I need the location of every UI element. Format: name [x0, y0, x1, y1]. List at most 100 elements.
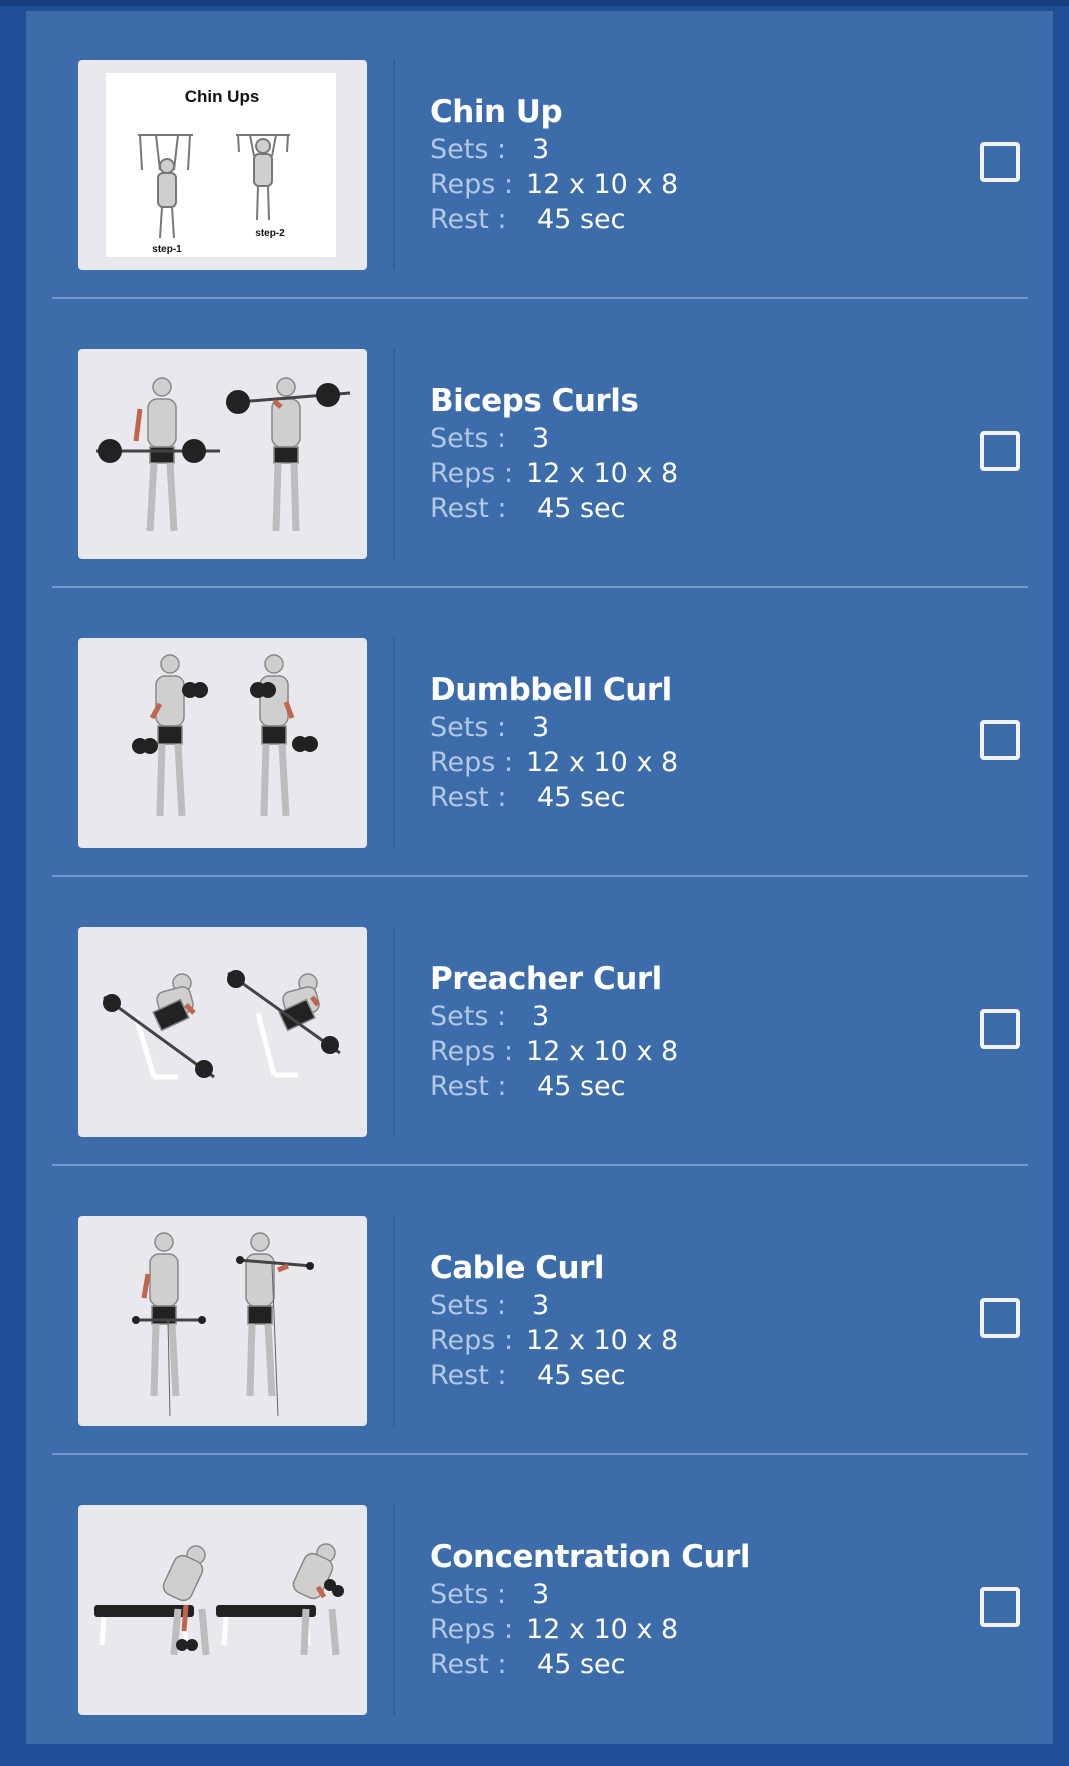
rest-label: Rest :: [430, 493, 507, 524]
row-divider: [52, 297, 1028, 299]
exercise-row-dumbbell-curl[interactable]: Dumbbell Curl Sets :3 Reps :12 x 10 x 8 …: [52, 600, 1028, 889]
reps-value: 12 x 10 x 8: [526, 1614, 679, 1645]
sets-value: 3: [532, 1001, 550, 1032]
reps-line: Reps : 12 x 10 x 8: [430, 456, 910, 491]
step-2-label: step-2: [255, 228, 285, 239]
exercise-image-cable-curl: [78, 1216, 367, 1426]
exercise-info: Cable Curl Sets : 3 Reps : 12 x 10 x 8 Res…: [430, 1248, 910, 1393]
sets-line: Sets : 3: [430, 710, 910, 745]
reps-value: 12 x 10 x 8: [526, 747, 679, 778]
sets-value: 3: [532, 134, 550, 165]
sets-label: Sets :: [430, 1001, 507, 1032]
rest-label: Rest :: [430, 1649, 507, 1680]
row-separator: [393, 927, 395, 1137]
exercise-info: Concentration Curl Sets : 3 Reps : 12 x 10…: [430, 1537, 910, 1682]
sets-label: Sets :: [430, 1290, 507, 1321]
rest-line: Rest : 45 sec: [430, 780, 910, 815]
rest-value: 45 sec: [537, 204, 626, 235]
exercise-name: Preacher Curl: [430, 961, 662, 997]
row-separator: [393, 349, 395, 559]
sets-value: 3: [532, 1579, 550, 1610]
rest-label: Rest :: [430, 1360, 507, 1391]
sets-label: Sets :: [430, 712, 507, 743]
rest-line: Rest : 45 sec: [430, 1358, 910, 1393]
exercise-name: Dumbbell Curl: [430, 672, 672, 708]
row-separator: [393, 1216, 395, 1426]
exercise-name: Chin Up: [430, 94, 563, 130]
row-separator: [393, 1505, 395, 1715]
complete-checkbox-concentration-curl[interactable]: [980, 1587, 1020, 1627]
sets-line: Sets : 3: [430, 132, 910, 167]
reps-value: 12 x 10 x 8: [526, 169, 679, 200]
exercise-row-cable-curl[interactable]: Cable Curl Sets : 3 Reps : 12 x 10 x 8 Res…: [52, 1178, 1028, 1467]
reps-line: Reps : 12 x 10 x 8: [430, 1612, 910, 1647]
rest-label: Rest :: [430, 204, 507, 235]
reps-label: Reps :: [430, 747, 514, 778]
exercise-row-chin-up[interactable]: Chin Ups step-1 step-2 Chin Up Sets: 3 …: [52, 22, 1028, 311]
rest-line: Rest : 45 sec: [430, 1647, 910, 1682]
reps-value: 12 x 10 x 8: [526, 1036, 679, 1067]
sets-line: Sets : 3: [430, 1577, 910, 1612]
row-divider: [52, 1453, 1028, 1455]
row-separator: [393, 60, 395, 270]
sets-label: Sets :: [430, 134, 507, 165]
rest-line: Rest : 45 sec: [430, 202, 910, 237]
workout-list-card: Chin Ups step-1 step-2 Chin Up Sets: 3 …: [26, 11, 1053, 1744]
reps-value: 12 x 10 x 8: [526, 458, 679, 489]
exercise-image-preacher-curl: [78, 927, 367, 1137]
image-title: Chin Ups: [185, 87, 260, 106]
top-edge: [0, 0, 1069, 6]
rest-value: 45 sec: [537, 1649, 626, 1680]
row-divider: [52, 875, 1028, 877]
reps-label: Reps :: [430, 458, 514, 489]
exercise-image-dumbbell-curl: [78, 638, 367, 848]
row-divider: [52, 1164, 1028, 1166]
reps-value: 12 x 10 x 8: [526, 1325, 679, 1356]
exercise-image-biceps-curls: [78, 349, 367, 559]
reps-line: Reps : 12 x 10 x 8: [430, 745, 910, 780]
exercise-image-concentration-curl: [78, 1505, 367, 1715]
rest-value: 45 sec: [537, 1360, 626, 1391]
sets-line: Sets : 3: [430, 1288, 910, 1323]
complete-checkbox-preacher-curl[interactable]: [980, 1009, 1020, 1049]
sets-line: Sets : 3: [430, 421, 910, 456]
exercise-row-biceps-curls[interactable]: Biceps Curls Sets : 3 Reps : 12 x 10 x 8 R…: [52, 311, 1028, 600]
sets-label: Sets :: [430, 1579, 507, 1610]
complete-checkbox-cable-curl[interactable]: [980, 1298, 1020, 1338]
row-divider: [52, 586, 1028, 588]
sets-value: 3: [532, 423, 550, 454]
reps-label: Reps :: [430, 169, 514, 200]
exercise-info: Biceps Curls Sets : 3 Reps : 12 x 10 x 8 R…: [430, 381, 910, 526]
reps-line: Reps : 12 x 10 x 8: [430, 167, 910, 202]
exercise-row-concentration-curl[interactable]: Concentration Curl Sets : 3 Reps : 12 x 10…: [52, 1467, 1028, 1756]
exercise-info: Preacher Curl Sets :3 Reps :12 x 10 x 8 …: [430, 959, 910, 1104]
rest-value: 45 sec: [537, 782, 626, 813]
reps-label: Reps :: [430, 1614, 514, 1645]
sets-value: 3: [532, 712, 550, 743]
rest-line: Rest : 45 sec: [430, 1069, 910, 1104]
rest-line: Rest : 45 sec: [430, 491, 910, 526]
exercise-image-chin-up: Chin Ups step-1 step-2: [78, 60, 367, 270]
complete-checkbox-biceps-curls[interactable]: [980, 431, 1020, 471]
exercise-name: Biceps Curls: [430, 383, 639, 419]
exercise-row-preacher-curl[interactable]: Preacher Curl Sets :3 Reps :12 x 10 x 8 …: [52, 889, 1028, 1178]
rest-value: 45 sec: [537, 493, 626, 524]
reps-label: Reps :: [430, 1036, 514, 1067]
rest-label: Rest :: [430, 782, 507, 813]
sets-label: Sets :: [430, 423, 507, 454]
complete-checkbox-dumbbell-curl[interactable]: [980, 720, 1020, 760]
exercise-name: Concentration Curl: [430, 1539, 750, 1575]
step-1-label: step-1: [152, 244, 182, 255]
reps-line: Reps : 12 x 10 x 8: [430, 1323, 910, 1358]
sets-line: Sets : 3: [430, 999, 910, 1034]
row-separator: [393, 638, 395, 848]
exercise-name: Cable Curl: [430, 1250, 605, 1286]
reps-label: Reps :: [430, 1325, 514, 1356]
rest-label: Rest :: [430, 1071, 507, 1102]
exercise-info: Dumbbell Curl Sets :3 Reps :12 x 10 x 8 …: [430, 670, 910, 815]
reps-line: Reps : 12 x 10 x 8: [430, 1034, 910, 1069]
complete-checkbox-chin-up[interactable]: [980, 142, 1020, 182]
sets-value: 3: [532, 1290, 550, 1321]
exercise-info: Chin Up Sets : 3 Reps : 12 x 10 x 8 Rest :…: [430, 92, 910, 237]
rest-value: 45 sec: [537, 1071, 626, 1102]
